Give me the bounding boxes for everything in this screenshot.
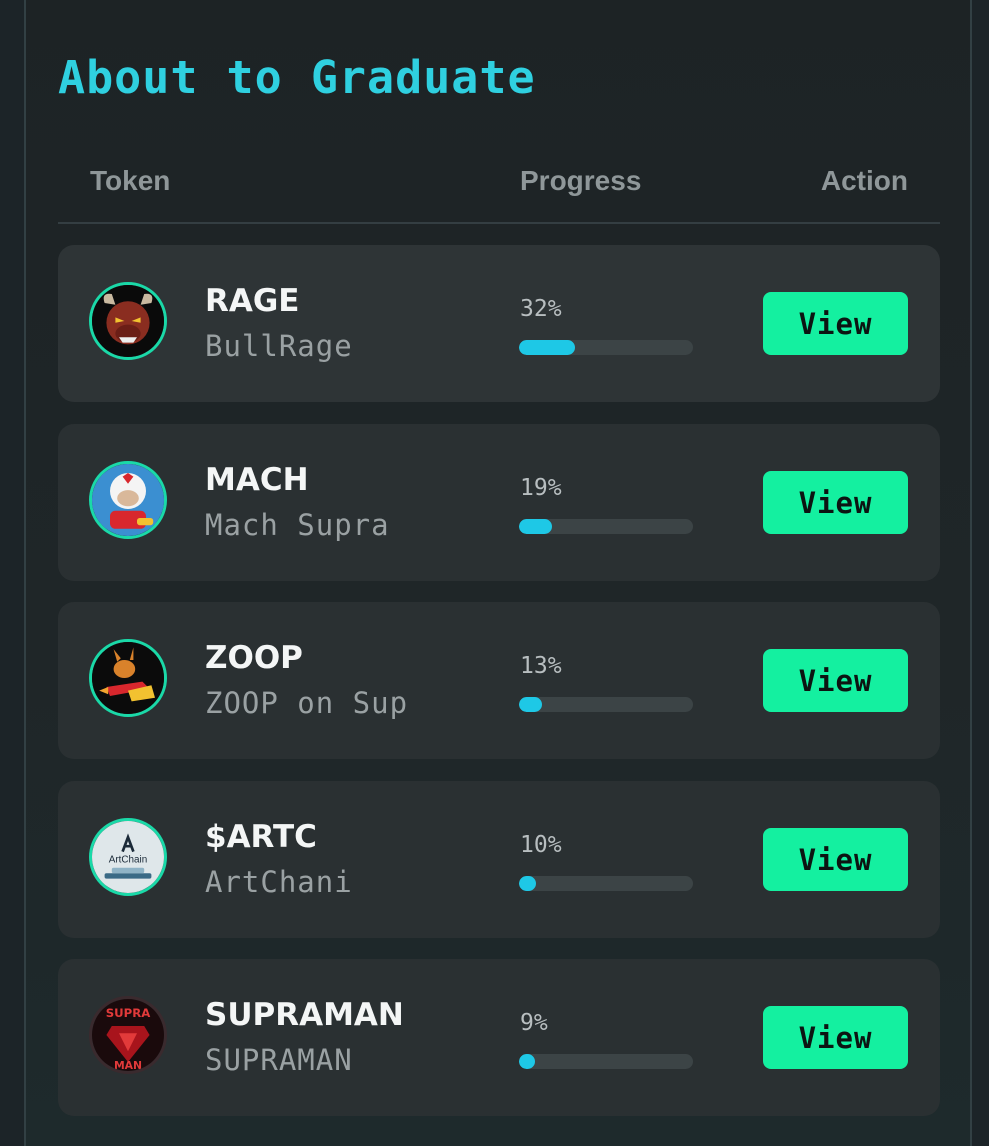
progress-bar: [519, 876, 693, 891]
progress-bar-fill: [519, 519, 553, 534]
progress-bar: [519, 697, 693, 712]
progress-bar-fill: [519, 1054, 535, 1069]
supraman-avatar-icon: SUPRA MAN: [89, 996, 167, 1074]
token-symbol: SUPRAMAN: [205, 997, 404, 1033]
racer-avatar-icon: [89, 461, 167, 539]
bull-avatar-icon: [89, 282, 167, 360]
view-button[interactable]: View: [763, 1006, 908, 1069]
progress-bar-fill: [519, 876, 537, 891]
token-symbol: MACH: [205, 462, 309, 498]
header-token: Token: [90, 165, 171, 196]
token-row[interactable]: RAGE BullRage 32% View: [58, 245, 940, 402]
view-button[interactable]: View: [763, 292, 908, 355]
token-symbol: $ARTC: [205, 819, 317, 855]
progress-percent: 13%: [520, 653, 562, 679]
view-button[interactable]: View: [763, 649, 908, 712]
progress-bar: [519, 519, 693, 534]
section-title: About to Graduate: [58, 51, 536, 104]
token-name: Mach Supra: [205, 508, 390, 542]
artchain-logo-text: ArtChain: [109, 854, 147, 865]
token-name: BullRage: [205, 329, 353, 363]
header-progress: Progress: [520, 165, 642, 196]
token-row[interactable]: ZOOP ZOOP on Sup 13% View: [58, 602, 940, 759]
progress-percent: 9%: [520, 1010, 548, 1036]
token-row[interactable]: MACH Mach Supra 19% View: [58, 424, 940, 581]
progress-percent: 19%: [520, 475, 562, 501]
token-name: SUPRAMAN: [205, 1043, 353, 1077]
progress-bar: [519, 340, 693, 355]
token-symbol: RAGE: [205, 283, 300, 319]
view-button[interactable]: View: [763, 828, 908, 891]
supraman-logo-text-top: SUPRA: [106, 1006, 151, 1020]
token-row[interactable]: SUPRA MAN SUPRAMAN SUPRAMAN 9% View: [58, 959, 940, 1116]
progress-bar: [519, 1054, 693, 1069]
token-symbol: ZOOP: [205, 640, 303, 676]
artchain-logo-avatar-icon: ArtChain: [89, 818, 167, 896]
view-button[interactable]: View: [763, 471, 908, 534]
token-name: ZOOP on Sup: [205, 686, 409, 720]
header-action: Action: [820, 165, 908, 196]
rocket-animal-avatar-icon: [89, 639, 167, 717]
token-row[interactable]: ArtChain $ARTC ArtChani 10% View: [58, 781, 940, 938]
progress-percent: 32%: [520, 296, 562, 322]
supraman-logo-text-bottom: MAN: [114, 1059, 142, 1071]
progress-bar-fill: [519, 340, 575, 355]
progress-bar-fill: [519, 697, 542, 712]
token-name: ArtChani: [205, 865, 353, 899]
table-header: Token Progress Action: [58, 160, 940, 224]
progress-percent: 10%: [520, 832, 562, 858]
